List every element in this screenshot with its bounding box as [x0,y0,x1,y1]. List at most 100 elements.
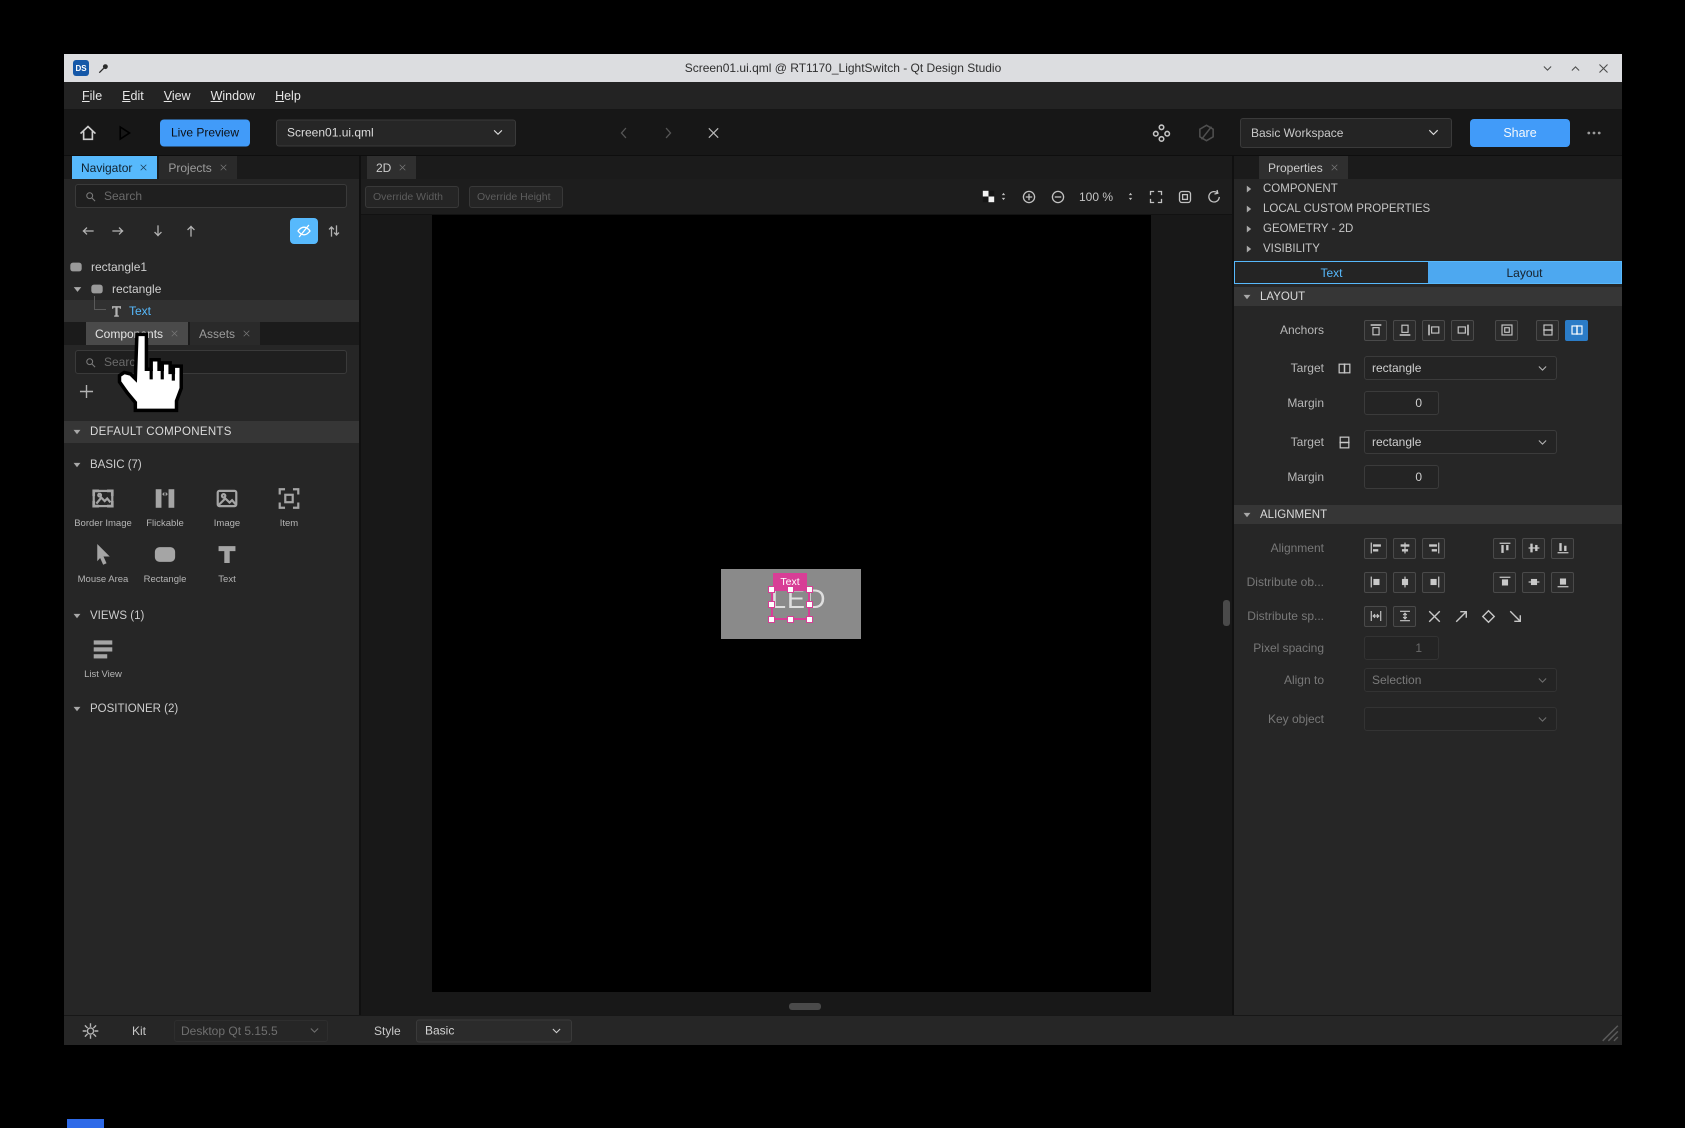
align-top-button[interactable] [1493,538,1516,559]
run-button[interactable] [114,123,134,143]
align-right-button[interactable] [1422,538,1445,559]
component-list-view[interactable]: List View [72,636,134,680]
override-width-field[interactable] [365,186,459,208]
tab-components[interactable]: Components [86,322,188,345]
resize-handle[interactable] [768,616,775,623]
close-window-icon[interactable] [1597,62,1610,75]
component-flickable[interactable]: Flickable [134,485,196,529]
anchor-top-button[interactable] [1364,320,1387,341]
components-search-input[interactable] [104,355,338,369]
resize-handle[interactable] [768,586,775,593]
close-icon[interactable] [219,163,228,172]
section-layout[interactable]: LAYOUT [1234,287,1622,306]
artboard[interactable]: Text LED [432,215,1151,992]
pixel-spacing-field[interactable] [1364,636,1439,660]
align-to-dropdown[interactable]: Selection [1364,668,1557,692]
section-basic[interactable]: BASIC (7) [64,456,359,473]
more-options-icon[interactable] [1586,125,1602,141]
close-document-button[interactable] [706,125,721,140]
section-local-custom-properties[interactable]: LOCAL CUSTOM PROPERTIES [1234,199,1622,219]
reload-view-icon[interactable] [1206,189,1222,205]
close-icon[interactable] [398,163,407,172]
menu-edit[interactable]: Edit [112,85,154,107]
vertical-scrollbar[interactable] [1223,600,1230,626]
frame-selection-icon[interactable] [1177,189,1193,205]
section-visibility[interactable]: VISIBILITY [1234,239,1622,259]
workspace-selector[interactable]: Basic Workspace [1240,118,1452,148]
component-border-image[interactable]: Border Image [72,485,134,529]
distribute-diamond-button[interactable] [1480,608,1497,625]
tree-item-rectangle1[interactable]: rectangle1 [64,256,359,278]
open-file-selector[interactable]: Screen01.ui.qml [276,119,516,146]
subtab-text[interactable]: Text [1235,262,1428,283]
anchor-vertical-center-button[interactable] [1536,320,1559,341]
move-down-icon[interactable] [150,223,166,239]
home-button[interactable] [78,123,98,143]
workspaces-icon[interactable] [1152,123,1171,142]
maximize-icon[interactable] [1569,62,1582,75]
align-left-button[interactable] [1364,538,1387,559]
minimize-icon[interactable] [1541,62,1554,75]
override-height-field[interactable] [469,186,563,208]
zoom-in-icon[interactable] [1021,189,1037,205]
resize-handle[interactable] [787,616,794,623]
anchor-target-dropdown[interactable]: rectangle [1364,356,1557,380]
distribute-horizontal-center-button[interactable] [1393,572,1416,593]
annotations-icon[interactable] [1197,123,1216,142]
move-right-icon[interactable] [110,223,126,239]
plus-icon[interactable] [78,383,95,400]
tab-projects[interactable]: Projects [159,156,236,179]
anchor-left-button[interactable] [1422,320,1445,341]
share-button[interactable]: Share [1470,119,1570,147]
component-text[interactable]: Text [196,541,258,585]
tree-item-rectangle[interactable]: rectangle [64,278,359,300]
menu-window[interactable]: Window [201,85,265,107]
horizontal-scrollbar[interactable] [789,1003,821,1010]
align-vertical-center-button[interactable] [1522,538,1545,559]
resize-handle[interactable] [806,601,813,608]
stepper-icon[interactable] [1126,190,1135,203]
distribute-vertical-center-button[interactable] [1522,572,1545,593]
distribute-diagonal-down-button[interactable] [1507,608,1524,625]
toggle-invisible-button[interactable] [290,218,318,244]
fit-to-screen-icon[interactable] [1148,189,1164,205]
menu-file[interactable]: File [72,85,112,107]
background-color-swatch[interactable] [982,190,995,203]
back-button[interactable] [616,125,632,141]
tab-2d[interactable]: 2D [367,156,416,179]
distribute-left-button[interactable] [1364,572,1387,593]
distribute-diagonal-up-button[interactable] [1453,608,1470,625]
distribute-top-button[interactable] [1493,572,1516,593]
tab-navigator[interactable]: Navigator [72,156,157,179]
components-search[interactable] [75,350,347,374]
style-selector[interactable]: Basic [416,1019,572,1042]
reverse-order-icon[interactable] [326,223,342,239]
close-icon[interactable] [170,329,179,338]
anchor-right-button[interactable] [1451,320,1474,341]
selection-box[interactable] [771,589,810,620]
component-mouse-area[interactable]: Mouse Area [72,541,134,585]
anchor-target-dropdown[interactable]: rectangle [1364,430,1557,454]
anchor-bottom-button[interactable] [1393,320,1416,341]
distribute-spacing-vertical-button[interactable] [1393,606,1416,627]
component-item[interactable]: Item [258,485,320,529]
margin-field[interactable] [1364,391,1439,415]
tab-assets[interactable]: Assets [190,322,260,345]
navigator-search[interactable] [75,184,347,208]
section-default-components[interactable]: DEFAULT COMPONENTS [64,421,359,443]
resize-handle[interactable] [768,601,775,608]
menu-help[interactable]: Help [265,85,311,107]
margin-field[interactable] [1364,465,1439,489]
section-positioner[interactable]: POSITIONER (2) [64,700,359,717]
section-alignment[interactable]: ALIGNMENT [1234,505,1622,524]
subtab-layout[interactable]: Layout [1428,262,1621,283]
align-horizontal-center-button[interactable] [1393,538,1416,559]
section-component[interactable]: COMPONENT [1234,179,1622,199]
component-rectangle[interactable]: Rectangle [134,541,196,585]
resize-handle[interactable] [806,586,813,593]
anchor-fill-button[interactable] [1495,320,1518,341]
canvas-viewport[interactable]: Text LED [361,215,1232,1015]
distribute-none-button[interactable] [1426,608,1443,625]
gear-icon[interactable] [82,1022,99,1039]
key-object-dropdown[interactable] [1364,707,1557,731]
